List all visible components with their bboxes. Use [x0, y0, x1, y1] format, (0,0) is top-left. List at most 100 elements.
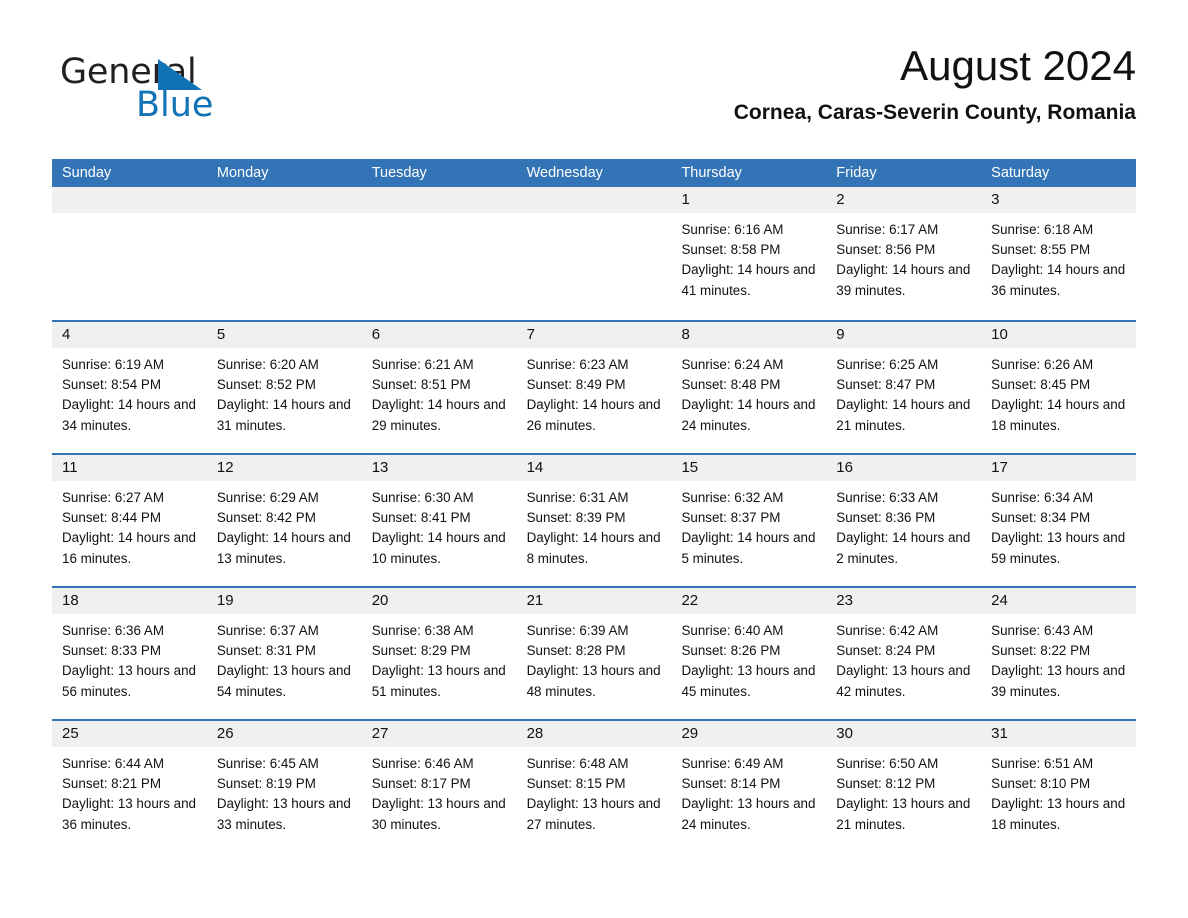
calendar-day-cell[interactable]: 18 Sunrise: 6:36 AM Sunset: 8:33 PM Dayligh… [52, 588, 207, 719]
day-number [516, 187, 672, 213]
daylight-text: Daylight: 13 hours and 21 minutes. [836, 796, 971, 832]
day-number: 23 [826, 588, 982, 614]
calendar-day-cell[interactable]: 6 Sunrise: 6:21 AM Sunset: 8:51 PM Daylight… [361, 322, 517, 453]
calendar-day-cell[interactable]: 30 Sunrise: 6:50 AM Sunset: 8:12 PM Dayligh… [826, 721, 982, 852]
day-details: Sunrise: 6:42 AM Sunset: 8:24 PM Daylight:… [826, 614, 981, 702]
calendar-page: General Blue August 2024 Cornea, Caras-S… [0, 0, 1188, 918]
calendar-day-cell[interactable]: 29 Sunrise: 6:49 AM Sunset: 8:14 PM Dayligh… [671, 721, 827, 852]
day-details: Sunrise: 6:20 AM Sunset: 8:52 PM Daylight:… [207, 348, 362, 436]
calendar-day-cell[interactable]: 27 Sunrise: 6:46 AM Sunset: 8:17 PM Dayligh… [361, 721, 517, 852]
calendar-day-cell[interactable]: 31 Sunrise: 6:51 AM Sunset: 8:10 PM Dayligh… [981, 721, 1137, 852]
calendar-day-cell[interactable]: 25 Sunrise: 6:44 AM Sunset: 8:21 PM Dayligh… [52, 721, 207, 852]
sunrise-text: Sunrise: 6:46 AM [371, 756, 474, 771]
day-details: Sunrise: 6:24 AM Sunset: 8:48 PM Daylight:… [671, 348, 826, 436]
sunset-text: Sunset: 8:55 PM [991, 242, 1091, 258]
day-number: 12 [206, 455, 362, 481]
calendar-day-cell[interactable]: 2 Sunrise: 6:17 AM Sunset: 8:56 PM Daylight… [826, 187, 982, 320]
sunrise-text: Sunrise: 6:40 AM [681, 623, 784, 638]
daylight-text: Daylight: 14 hours and 13 minutes. [216, 530, 351, 566]
day-number: 14 [516, 455, 672, 481]
sunrise-text: Sunrise: 6:33 AM [836, 490, 939, 505]
day-number: 3 [981, 187, 1137, 213]
sunset-text: Sunset: 8:15 PM [526, 776, 626, 792]
calendar-day-cell[interactable]: 22 Sunrise: 6:40 AM Sunset: 8:26 PM Dayligh… [671, 588, 827, 719]
general-blue-logo[interactable]: General Blue [60, 52, 360, 132]
sunset-text: Sunset: 8:44 PM [62, 510, 161, 526]
day-details: Sunrise: 6:27 AM Sunset: 8:44 PM Daylight:… [52, 481, 207, 569]
sunrise-text: Sunrise: 6:21 AM [371, 357, 474, 372]
day-number: 26 [206, 721, 362, 747]
calendar-day-cell[interactable]: 15 Sunrise: 6:32 AM Sunset: 8:37 PM Dayligh… [671, 455, 827, 586]
day-details: Sunrise: 6:44 AM Sunset: 8:21 PM Daylight:… [52, 747, 207, 835]
sunrise-sunset-calendar: Sunday Monday Tuesday Wednesday Thursday… [52, 159, 1137, 852]
daylight-text: Daylight: 14 hours and 5 minutes. [681, 530, 816, 566]
sunrise-text: Sunrise: 6:23 AM [526, 357, 629, 372]
day-details: Sunrise: 6:46 AM Sunset: 8:17 PM Daylight:… [362, 747, 517, 835]
sunrise-text: Sunrise: 6:49 AM [681, 756, 784, 771]
day-number: 8 [671, 322, 827, 348]
day-details: Sunrise: 6:21 AM Sunset: 8:51 PM Daylight:… [362, 348, 517, 436]
calendar-day-cell[interactable]: 23 Sunrise: 6:42 AM Sunset: 8:24 PM Dayligh… [826, 588, 982, 719]
calendar-day-cell[interactable]: 28 Sunrise: 6:48 AM Sunset: 8:15 PM Dayligh… [516, 721, 672, 852]
calendar-day-cell[interactable]: 20 Sunrise: 6:38 AM Sunset: 8:29 PM Dayligh… [361, 588, 517, 719]
sunrise-text: Sunrise: 6:42 AM [836, 623, 939, 638]
calendar-day-cell[interactable]: 12 Sunrise: 6:29 AM Sunset: 8:42 PM Dayligh… [206, 455, 362, 586]
calendar-day-cell[interactable]: 4 Sunrise: 6:19 AM Sunset: 8:54 PM Daylight… [52, 322, 207, 453]
daylight-text: Daylight: 14 hours and 2 minutes. [836, 530, 971, 566]
day-number: 30 [826, 721, 982, 747]
sunset-text: Sunset: 8:12 PM [836, 776, 936, 792]
sunrise-text: Sunrise: 6:17 AM [836, 222, 939, 237]
sunrise-text: Sunrise: 6:32 AM [681, 490, 784, 505]
calendar-day-cell[interactable]: 17 Sunrise: 6:34 AM Sunset: 8:34 PM Dayligh… [981, 455, 1137, 586]
calendar-day-cell[interactable]: 21 Sunrise: 6:39 AM Sunset: 8:28 PM Dayligh… [516, 588, 672, 719]
daylight-text: Daylight: 13 hours and 24 minutes. [681, 796, 816, 832]
day-details: Sunrise: 6:40 AM Sunset: 8:26 PM Daylight:… [671, 614, 826, 702]
calendar-day-cell[interactable]: 13 Sunrise: 6:30 AM Sunset: 8:41 PM Dayligh… [361, 455, 517, 586]
day-number: 10 [981, 322, 1137, 348]
calendar-day-cell[interactable]: 9 Sunrise: 6:25 AM Sunset: 8:47 PM Daylight… [826, 322, 982, 453]
calendar-day-cell[interactable]: 5 Sunrise: 6:20 AM Sunset: 8:52 PM Daylight… [206, 322, 362, 453]
day-details: Sunrise: 6:48 AM Sunset: 8:15 PM Daylight:… [517, 747, 672, 835]
day-number: 11 [52, 455, 207, 481]
sunrise-text: Sunrise: 6:16 AM [681, 222, 784, 237]
day-details: Sunrise: 6:25 AM Sunset: 8:47 PM Daylight:… [826, 348, 981, 436]
weekday-header-monday: Monday [216, 165, 269, 181]
day-details: Sunrise: 6:43 AM Sunset: 8:22 PM Daylight:… [981, 614, 1136, 702]
sunset-text: Sunset: 8:42 PM [216, 510, 316, 526]
calendar-day-cell[interactable]: 16 Sunrise: 6:33 AM Sunset: 8:36 PM Dayligh… [826, 455, 982, 586]
calendar-day-cell[interactable]: 14 Sunrise: 6:31 AM Sunset: 8:39 PM Dayligh… [516, 455, 672, 586]
daylight-text: Daylight: 13 hours and 56 minutes. [62, 663, 196, 699]
calendar-day-cell[interactable]: 8 Sunrise: 6:24 AM Sunset: 8:48 PM Daylight… [671, 322, 827, 453]
sunset-text: Sunset: 8:31 PM [216, 643, 316, 659]
sunset-text: Sunset: 8:41 PM [371, 510, 471, 526]
calendar-day-cell[interactable]: 3 Sunrise: 6:18 AM Sunset: 8:55 PM Daylight… [981, 187, 1137, 320]
day-details: Sunrise: 6:29 AM Sunset: 8:42 PM Daylight:… [207, 481, 362, 569]
calendar-day-cell[interactable]: 10 Sunrise: 6:26 AM Sunset: 8:45 PM Dayligh… [981, 322, 1137, 453]
sunrise-text: Sunrise: 6:51 AM [991, 756, 1094, 771]
weekday-header-thursday: Thursday [681, 165, 742, 181]
calendar-day-cell[interactable]: 11 Sunrise: 6:27 AM Sunset: 8:44 PM Dayligh… [52, 455, 207, 586]
sunrise-text: Sunrise: 6:27 AM [62, 490, 164, 505]
sunrise-text: Sunrise: 6:26 AM [991, 357, 1094, 372]
calendar-day-cell[interactable]: 26 Sunrise: 6:45 AM Sunset: 8:19 PM Dayligh… [206, 721, 362, 852]
day-number: 22 [671, 588, 827, 614]
calendar-day-cell[interactable]: 7 Sunrise: 6:23 AM Sunset: 8:49 PM Daylight… [516, 322, 672, 453]
day-number: 15 [671, 455, 827, 481]
sunset-text: Sunset: 8:33 PM [62, 643, 161, 659]
daylight-text: Daylight: 13 hours and 42 minutes. [836, 663, 971, 699]
sunrise-text: Sunrise: 6:18 AM [991, 222, 1094, 237]
daylight-text: Daylight: 13 hours and 59 minutes. [991, 530, 1126, 566]
page-header: General Blue August 2024 Cornea, Caras-S… [52, 40, 1136, 148]
sunrise-text: Sunrise: 6:34 AM [991, 490, 1094, 505]
daylight-text: Daylight: 14 hours and 26 minutes. [526, 397, 661, 433]
calendar-day-cell[interactable]: 24 Sunrise: 6:43 AM Sunset: 8:22 PM Dayligh… [981, 588, 1137, 719]
sunrise-text: Sunrise: 6:31 AM [526, 490, 629, 505]
sunset-text: Sunset: 8:17 PM [371, 776, 471, 792]
sunset-text: Sunset: 8:21 PM [62, 776, 161, 792]
calendar-day-cell[interactable]: 19 Sunrise: 6:37 AM Sunset: 8:31 PM Dayligh… [206, 588, 362, 719]
sunset-text: Sunset: 8:19 PM [216, 776, 316, 792]
calendar-day-cell[interactable]: 1 Sunrise: 6:16 AM Sunset: 8:58 PM Daylight… [671, 187, 827, 320]
weekday-header-sunday: Sunday [62, 165, 112, 181]
day-number: 18 [52, 588, 207, 614]
day-number: 20 [361, 588, 517, 614]
